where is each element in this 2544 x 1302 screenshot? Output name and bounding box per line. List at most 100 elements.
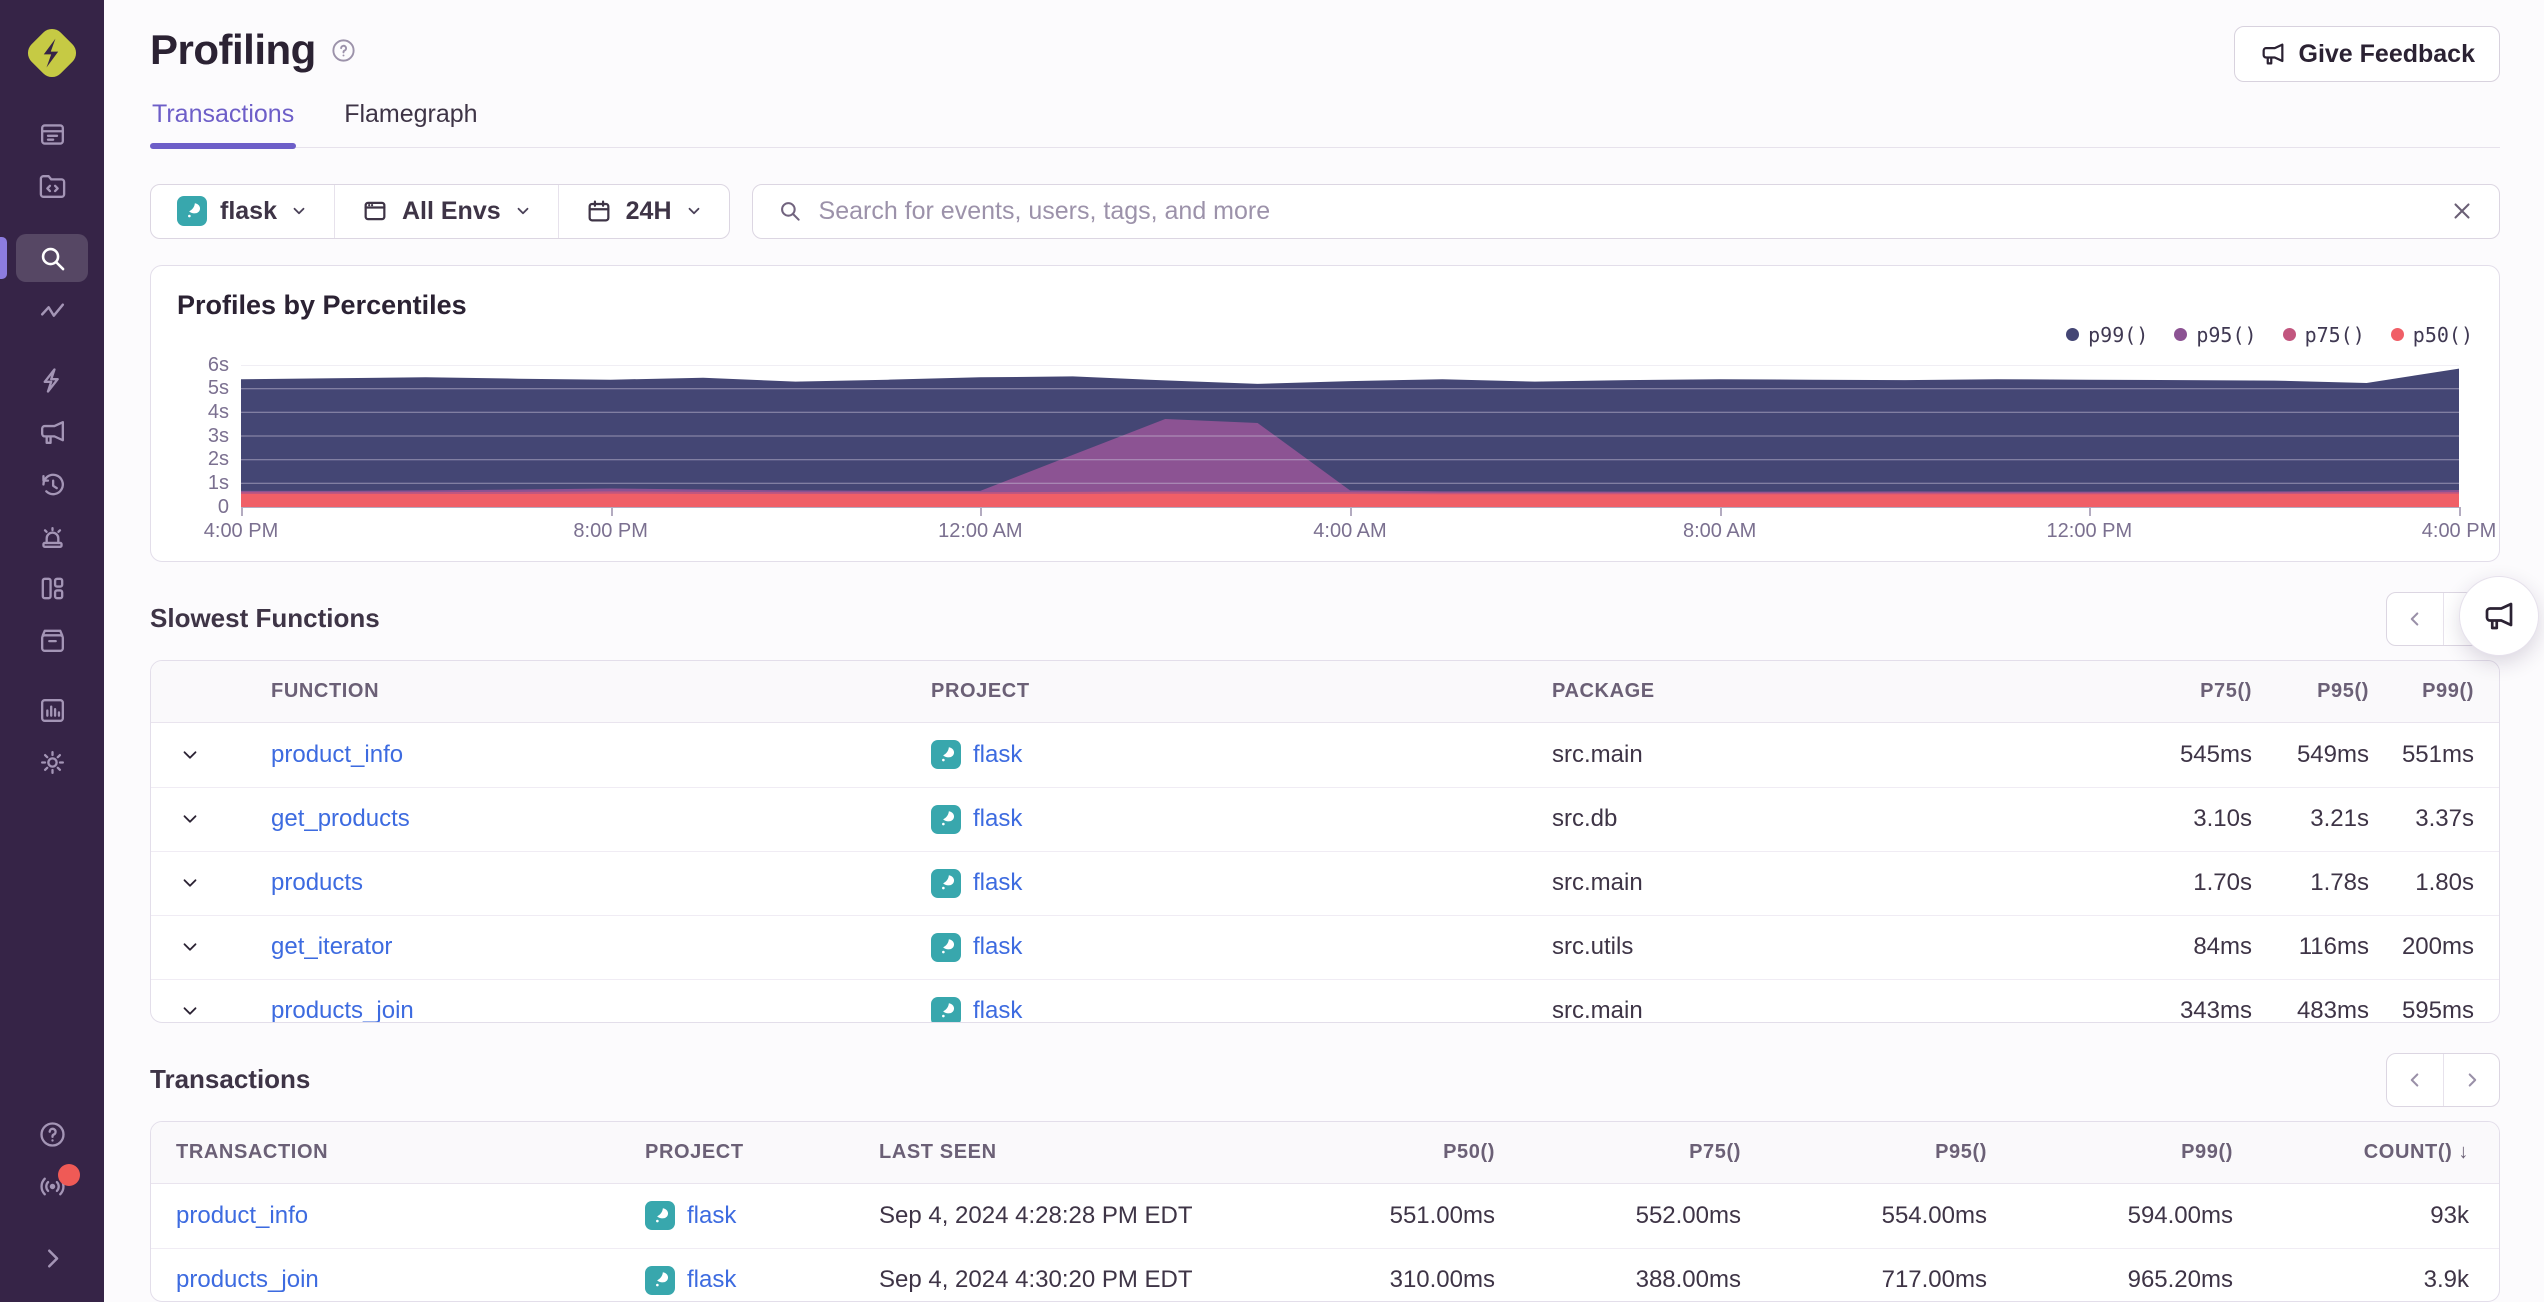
megaphone-icon	[2262, 43, 2283, 65]
page-help-icon[interactable]	[330, 37, 357, 64]
help-button[interactable]	[16, 1110, 88, 1158]
p50-value: 551.00ms	[1389, 1201, 1495, 1229]
tab-transactions[interactable]: Transactions	[150, 100, 297, 149]
table-row: products_join flask src.main 343ms 483ms 595m…	[151, 978, 2499, 1023]
floating-feedback-button[interactable]	[2459, 576, 2539, 656]
table-row: products flask src.main 1.70s 1.78s 1.80s	[151, 850, 2499, 915]
date-range-filter[interactable]: 24H	[557, 185, 729, 238]
expand-row-button[interactable]	[151, 1000, 271, 1021]
function-link[interactable]: products_join	[271, 997, 931, 1021]
legend-label: p95()	[2196, 322, 2257, 347]
legend-item[interactable]: p75()	[2282, 322, 2365, 347]
legend-item[interactable]: p95()	[2174, 322, 2257, 347]
sidebar-collapse-button[interactable]	[16, 1234, 88, 1282]
x-axis-tick	[980, 506, 983, 516]
chart-legend: p99() p95() p75() p50()	[177, 323, 2473, 347]
give-feedback-button[interactable]: Give Feedback	[2233, 26, 2500, 82]
flask-project-icon	[931, 804, 961, 834]
chevron-down-icon	[183, 815, 197, 823]
legend-dot	[2066, 328, 2080, 342]
sidebar-item-replays[interactable]	[16, 460, 88, 508]
profiles-chart: 6s 5s 4s 3s 2s 1s 0 4:00 PM 8:00 PM 12:00 AM 4:00…	[177, 353, 2496, 553]
sidebar-item-alerts[interactable]	[16, 512, 88, 560]
project-link[interactable]: flask	[973, 933, 1022, 961]
sidebar-item-issues[interactable]	[16, 110, 88, 158]
expand-row-button[interactable]	[151, 744, 271, 766]
sidebar-item-insights[interactable]	[16, 356, 88, 404]
environment-icon	[364, 202, 386, 221]
sidebar-item-projects[interactable]	[16, 162, 88, 210]
whats-new-button[interactable]	[16, 1162, 88, 1210]
tab-bar: Transactions Flamegraph	[150, 100, 2500, 149]
chevron-down-icon	[183, 879, 197, 887]
sort-desc-icon[interactable]: ↓	[2458, 1141, 2469, 1163]
sidebar-item-performance[interactable]	[16, 286, 88, 334]
project-link[interactable]: flask	[973, 869, 1022, 897]
sidebar	[0, 0, 104, 1302]
x-axis-label: 8:00 AM	[1682, 519, 1757, 542]
column-header: PROJECT	[931, 679, 1030, 702]
transaction-link[interactable]: products_join	[151, 1266, 645, 1294]
table-row: get_iterator flask src.utils 84ms 116ms 200ms	[151, 914, 2499, 979]
p95-value: 3.21s	[2310, 805, 2369, 833]
expand-row-button[interactable]	[151, 808, 271, 830]
legend-label: p50()	[2412, 322, 2473, 347]
sidebar-item-feedback[interactable]	[16, 408, 88, 456]
prev-page-button[interactable]	[2387, 593, 2443, 645]
sidebar-item-releases[interactable]	[16, 616, 88, 664]
function-link[interactable]: get_products	[271, 805, 931, 833]
slowest-functions-table: FUNCTION PROJECT PACKAGE P75() P95() P99() pr…	[150, 659, 2500, 1023]
project-link[interactable]: flask	[973, 741, 1022, 769]
table-row: get_products flask src.db 3.10s 3.21s 3.37s	[151, 786, 2499, 851]
y-axis-label: 6s	[207, 353, 229, 376]
search-bar	[751, 184, 2500, 239]
last-seen-cell: Sep 4, 2024 4:30:20 PM EDT	[879, 1266, 1193, 1294]
expand-row-button[interactable]	[151, 936, 271, 958]
sidebar-item-explore[interactable]	[0, 234, 88, 282]
function-link[interactable]: get_iterator	[271, 933, 931, 961]
transaction-link[interactable]: product_info	[151, 1202, 645, 1230]
sentry-logo[interactable]	[19, 20, 85, 86]
p95-value: 549ms	[2296, 740, 2369, 768]
legend-item[interactable]: p99()	[2066, 323, 2148, 347]
p95-value: 483ms	[2296, 997, 2369, 1023]
flask-project-icon	[931, 996, 961, 1022]
expand-row-button[interactable]	[151, 872, 271, 894]
column-header: P75()	[1689, 1140, 1741, 1163]
project-cell: flask	[645, 1265, 879, 1295]
environment-filter[interactable]: All Envs	[333, 185, 558, 238]
y-axis-label: 5s	[207, 377, 229, 400]
search-input[interactable]	[818, 196, 2433, 226]
project-cell: flask	[931, 804, 1552, 834]
search-clear-button[interactable]	[2449, 198, 2475, 224]
project-filter[interactable]: flask	[151, 185, 334, 238]
prev-page-button[interactable]	[2387, 1054, 2443, 1106]
next-page-button[interactable]	[2443, 1053, 2499, 1106]
p75-value: 3.10s	[2193, 805, 2252, 833]
x-axis-label: 8:00 PM	[573, 519, 648, 542]
legend-item[interactable]: p50()	[2390, 322, 2473, 347]
column-header: P50()	[1443, 1140, 1495, 1163]
legend-dot	[2282, 328, 2296, 342]
p75-value: 84ms	[2193, 933, 2252, 961]
sidebar-item-stats[interactable]	[16, 686, 88, 734]
p99-value: 965.20ms	[2127, 1266, 2233, 1294]
function-link[interactable]: products	[271, 869, 931, 897]
project-link[interactable]: flask	[973, 997, 1022, 1021]
close-icon	[2454, 203, 2470, 219]
sidebar-item-dashboards[interactable]	[16, 564, 88, 612]
project-link[interactable]: flask	[687, 1266, 736, 1294]
count-value: 93k	[2430, 1201, 2469, 1229]
x-axis-tick	[2089, 506, 2092, 516]
project-link[interactable]: flask	[973, 805, 1022, 833]
sidebar-item-settings[interactable]	[16, 738, 88, 786]
tab-flamegraph[interactable]: Flamegraph	[342, 100, 479, 147]
project-link[interactable]: flask	[687, 1202, 736, 1230]
chevron-down-icon	[688, 208, 699, 215]
x-axis-label: 12:00 AM	[938, 519, 1023, 542]
p75-value: 1.70s	[2193, 869, 2252, 897]
function-link[interactable]: product_info	[271, 741, 931, 769]
column-header: PACKAGE	[1552, 679, 1655, 702]
x-axis-tick	[241, 506, 243, 516]
legend-label: p75()	[2304, 322, 2365, 347]
